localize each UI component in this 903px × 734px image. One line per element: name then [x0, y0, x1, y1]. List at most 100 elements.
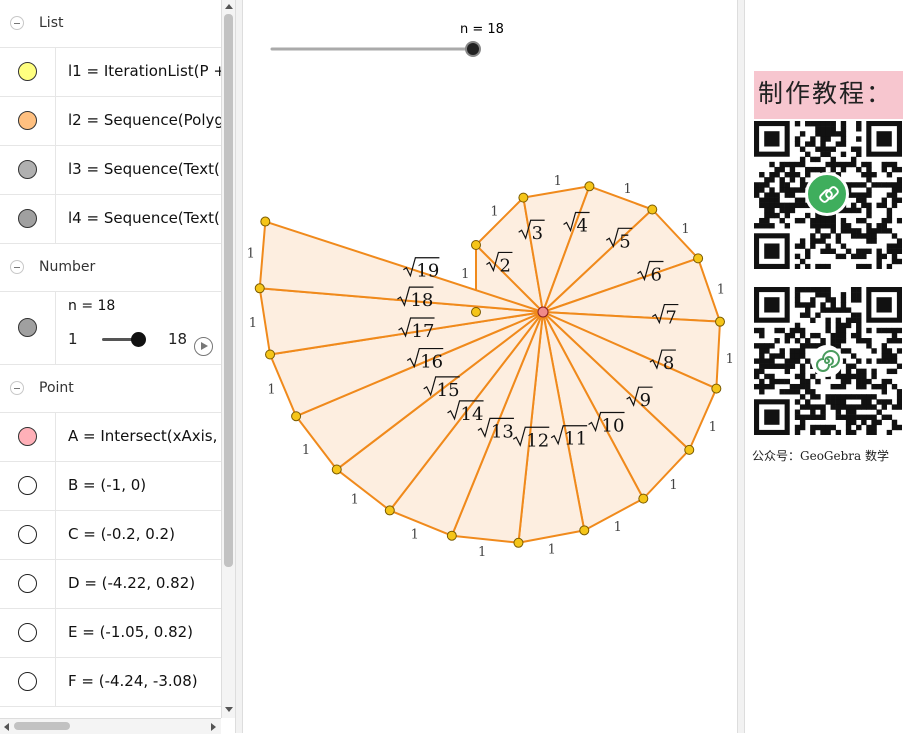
algebra-expression[interactable]: A = Intersect(xAxis, yA — [68, 427, 221, 445]
algebra-vertical-scrollbar[interactable] — [221, 0, 236, 718]
graphics-view-2: 制作教程： 公众号：GeoGebra 数学 — [745, 0, 903, 733]
vertex-point[interactable] — [693, 253, 704, 264]
algebra-expression[interactable]: D = (-4.22, 0.82) — [68, 574, 195, 592]
section-number[interactable]: Number — [0, 244, 221, 292]
algebra-expression[interactable]: F = (-4.24, -3.08) — [68, 672, 198, 690]
algebra-expression[interactable]: C = (-0.2, 0.2) — [68, 525, 175, 543]
algebra-row[interactable]: F = (-4.24, -3.08) — [0, 658, 221, 707]
vertex-point[interactable] — [711, 383, 722, 394]
section-point[interactable]: Point — [0, 365, 221, 413]
view-divider[interactable] — [235, 0, 243, 733]
algebra-row-n[interactable]: n = 18 1 18 — [0, 292, 221, 365]
marble-cell — [0, 609, 56, 657]
visibility-toggle[interactable] — [18, 318, 37, 337]
marble-cell — [0, 292, 56, 364]
vertex-point[interactable] — [331, 464, 342, 475]
algebra-row[interactable]: C = (-0.2, 0.2) — [0, 511, 221, 560]
link-icon[interactable] — [805, 172, 849, 216]
sqrt-label-text: 9 — [640, 390, 651, 411]
scroll-down-arrow-icon[interactable] — [225, 707, 233, 712]
vertex-point[interactable] — [579, 525, 590, 536]
tutorial-title: 制作教程： — [754, 71, 903, 119]
visibility-toggle[interactable] — [18, 160, 37, 179]
visibility-toggle[interactable] — [18, 623, 37, 642]
scroll-right-arrow-icon[interactable] — [211, 723, 216, 731]
section-title: Number — [39, 259, 96, 275]
algebra-expression[interactable]: l2 = Sequence(Polygon — [68, 111, 221, 129]
algebra-expression[interactable]: l4 = Sequence(Text("\ — [68, 209, 221, 227]
vertex-point[interactable] — [647, 204, 658, 215]
scroll-up-arrow-icon[interactable] — [225, 4, 233, 9]
algebra-expression[interactable]: B = (-1, 0) — [68, 476, 146, 494]
vertex-point[interactable] — [513, 537, 524, 548]
vertex-point[interactable] — [265, 349, 276, 360]
view-divider[interactable] — [737, 0, 745, 733]
algebra-row[interactable]: A = Intersect(xAxis, yA — [0, 413, 221, 462]
scrollbar-thumb[interactable] — [14, 722, 70, 730]
side-length-label: 1 — [548, 543, 556, 558]
visibility-toggle[interactable] — [18, 574, 37, 593]
scroll-left-arrow-icon[interactable] — [4, 723, 9, 731]
collapse-icon[interactable] — [10, 381, 24, 395]
scrollbar-thumb[interactable] — [224, 14, 233, 567]
vertex-point[interactable] — [684, 444, 695, 455]
algebra-row[interactable]: l1 = IterationList(P + — [0, 48, 221, 97]
collapse-icon[interactable] — [10, 16, 24, 30]
vertex-point[interactable] — [254, 283, 265, 294]
side-length-label: 1 — [554, 174, 562, 189]
visibility-toggle[interactable] — [18, 525, 37, 544]
visibility-toggle[interactable] — [18, 62, 37, 81]
section-list[interactable]: List — [0, 0, 221, 48]
sqrt-label-text: 2 — [499, 255, 510, 276]
vertex-point[interactable] — [471, 307, 481, 317]
algebra-row[interactable]: B = (-1, 0) — [0, 462, 221, 511]
visibility-toggle[interactable] — [18, 111, 37, 130]
vertex-point[interactable] — [291, 411, 302, 422]
sqrt-label-text: 10 — [602, 416, 625, 437]
algebra-expression[interactable]: l3 = Sequence(Text("1 — [68, 160, 221, 178]
vertex-point[interactable] — [584, 181, 595, 192]
algebra-row[interactable]: l3 = Sequence(Text("1 — [0, 146, 221, 195]
algebra-row[interactable]: E = (-1.05, 0.82) — [0, 609, 221, 658]
graphics-view[interactable]: 11111111111111111123 45678910111213141516… — [243, 0, 737, 733]
sqrt-label-text: 6 — [650, 265, 661, 286]
slider-knob[interactable] — [465, 41, 481, 57]
side-length-label: 1 — [669, 478, 677, 493]
algebra-row[interactable]: D = (-4.22, 0.82) — [0, 560, 221, 609]
vertex-point[interactable] — [471, 240, 481, 250]
vertex-point[interactable] — [384, 505, 395, 516]
marble-cell — [0, 195, 56, 243]
algebra-row[interactable]: l2 = Sequence(Polygon — [0, 97, 221, 146]
play-icon[interactable] — [194, 337, 213, 356]
visibility-toggle[interactable] — [18, 427, 37, 446]
vertex-point[interactable] — [518, 192, 529, 203]
vertex-point[interactable] — [638, 493, 649, 504]
center-point[interactable] — [537, 306, 549, 318]
vertex-point[interactable] — [260, 216, 271, 227]
marble-cell — [0, 48, 56, 96]
side-length-label: 1 — [709, 420, 717, 435]
algebra-horizontal-scrollbar[interactable] — [0, 718, 221, 734]
algebra-expression[interactable]: E = (-1.05, 0.82) — [68, 623, 193, 641]
sqrt-label-text: 5 — [619, 231, 630, 252]
visibility-toggle[interactable] — [18, 209, 37, 228]
vertex-point[interactable] — [715, 316, 726, 327]
sqrt-label-text: 19 — [416, 261, 439, 282]
side-length-label: 1 — [351, 492, 359, 507]
algebra-expression[interactable]: n = 18 — [68, 298, 115, 314]
algebra-row[interactable]: l4 = Sequence(Text("\ — [0, 195, 221, 244]
vertex-point[interactable] — [446, 530, 457, 541]
section-title: Point — [39, 380, 74, 396]
side-length-label: 1 — [681, 222, 689, 237]
collapse-icon[interactable] — [10, 260, 24, 274]
slider-min-label: 1 — [68, 330, 78, 348]
slider-max-label: 18 — [168, 330, 188, 348]
sqrt-label-text: 15 — [437, 380, 460, 401]
side-length-label: 1 — [302, 443, 310, 458]
algebra-expression[interactable]: l1 = IterationList(P + — [68, 62, 221, 80]
slider-knob[interactable] — [131, 332, 146, 347]
side-length-label: 1 — [614, 520, 622, 535]
visibility-toggle[interactable] — [18, 672, 37, 691]
visibility-toggle[interactable] — [18, 476, 37, 495]
sqrt-label-text: 11 — [564, 429, 587, 450]
